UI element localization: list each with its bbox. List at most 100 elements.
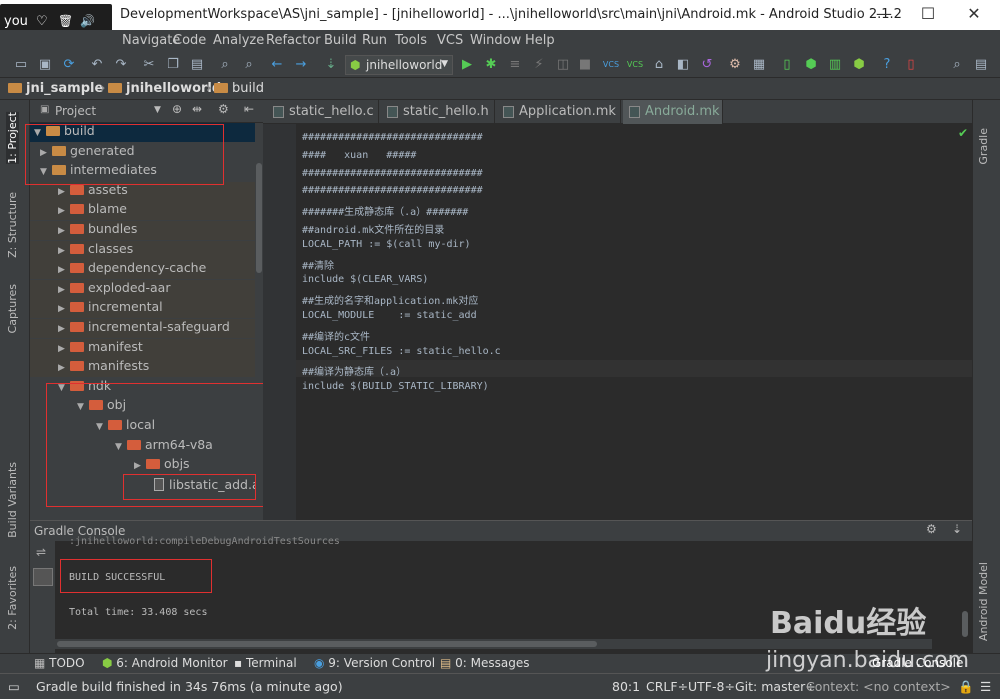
- tab-android-mk[interactable]: Android.mk: [623, 100, 723, 124]
- vcs-update-icon[interactable]: VCS: [602, 56, 620, 74]
- menu-tools[interactable]: Tools: [395, 33, 427, 48]
- android-device-icon[interactable]: ⬢: [802, 56, 820, 74]
- tab-structure[interactable]: Z: Structure: [6, 192, 19, 258]
- event-log-icon[interactable]: ☰: [980, 679, 991, 694]
- menu-navigate[interactable]: Navigate: [122, 33, 180, 48]
- menu-code[interactable]: Code: [173, 33, 206, 48]
- tab-static-hello-h[interactable]: static_hello.h: [381, 100, 495, 124]
- collapsed-arrow-icon[interactable]: ▶: [58, 206, 70, 216]
- wrap-icon[interactable]: ⇌: [36, 545, 46, 559]
- avd-manager-icon[interactable]: ▯: [778, 56, 796, 74]
- collapsed-arrow-icon[interactable]: ▶: [58, 304, 70, 314]
- speaker-icon[interactable]: 🔊: [80, 14, 95, 28]
- menu-analyze[interactable]: Analyze: [213, 33, 264, 48]
- menu-help[interactable]: Help: [525, 33, 555, 48]
- tab-favorites[interactable]: 2: Favorites: [6, 566, 19, 630]
- undo-icon[interactable]: ↶: [88, 56, 106, 74]
- project-structure-icon[interactable]: ⚙: [726, 56, 744, 74]
- trash-icon[interactable]: 🗑: [58, 14, 73, 28]
- tree-item[interactable]: ▶ manifest: [30, 338, 255, 358]
- project-view-select[interactable]: Project: [55, 104, 96, 118]
- vcs-commit-icon[interactable]: VCS: [626, 56, 644, 74]
- tab-android-model[interactable]: Android Model: [977, 562, 990, 641]
- compare-icon[interactable]: ◧: [674, 56, 692, 74]
- revert-icon[interactable]: ↺: [698, 56, 716, 74]
- stop-icon[interactable]: ■: [576, 56, 594, 74]
- find-icon[interactable]: ⌕: [216, 56, 234, 74]
- minimize-button[interactable]: —: [874, 4, 894, 24]
- tab-version-control[interactable]: ◉ 9: Version Control: [314, 656, 435, 670]
- redo-icon[interactable]: ↷: [112, 56, 130, 74]
- make-icon[interactable]: ⇣: [322, 56, 340, 74]
- copy-icon[interactable]: ❐: [164, 56, 182, 74]
- console-v-scrollbar[interactable]: [960, 541, 970, 639]
- collapse-icon[interactable]: ⇹: [192, 102, 202, 116]
- open-icon[interactable]: ▭: [12, 56, 30, 74]
- collapsed-arrow-icon[interactable]: ▶: [58, 226, 70, 236]
- breadcrumb-item[interactable]: jnihelloworld: [108, 81, 221, 96]
- help-icon[interactable]: ?: [878, 56, 896, 74]
- breadcrumb-item[interactable]: jni_sample: [8, 81, 103, 96]
- monitor-icon[interactable]: ▥: [826, 56, 844, 74]
- breadcrumb-item[interactable]: build: [214, 81, 264, 96]
- lock-icon[interactable]: 🔒: [958, 679, 974, 695]
- attach-icon[interactable]: ≡: [506, 56, 524, 74]
- save-icon[interactable]: ▣: [36, 56, 54, 74]
- tab-build-variants[interactable]: Build Variants: [6, 462, 19, 538]
- back-icon[interactable]: ←: [268, 56, 286, 74]
- replace-icon[interactable]: ⌕: [240, 56, 258, 74]
- collapsed-arrow-icon[interactable]: ▶: [58, 265, 70, 275]
- line-separator[interactable]: CRLF÷: [646, 679, 688, 694]
- apply-changes-icon[interactable]: ⚡: [530, 56, 548, 74]
- caret-position[interactable]: 80:1: [612, 679, 640, 694]
- context-indicator[interactable]: Context: <no context>: [806, 679, 951, 694]
- tab-messages[interactable]: ▤ 0: Messages: [440, 656, 530, 670]
- tab-android-monitor[interactable]: ⬢ 6: Android Monitor: [102, 656, 228, 670]
- menu-run[interactable]: Run: [362, 33, 387, 48]
- close-button[interactable]: ✕: [964, 4, 984, 24]
- menu-refactor[interactable]: Refactor: [266, 33, 321, 48]
- tree-item[interactable]: ▶ manifests: [30, 358, 255, 378]
- menu-build[interactable]: Build: [324, 33, 357, 48]
- debug-icon[interactable]: ✱: [482, 56, 500, 74]
- tab-gradle[interactable]: Gradle: [977, 128, 990, 165]
- code-editor[interactable]: ############################## #### xuan …: [296, 124, 972, 520]
- collapsed-arrow-icon[interactable]: ▶: [58, 246, 70, 256]
- tab-captures[interactable]: Captures: [6, 284, 19, 333]
- android-sdk-icon[interactable]: ⬢: [850, 56, 868, 74]
- sync-icon[interactable]: ⟳: [60, 56, 78, 74]
- search-everywhere-icon[interactable]: ⌕: [948, 56, 966, 74]
- collapsed-arrow-icon[interactable]: ▶: [58, 324, 70, 334]
- run-config-select[interactable]: ⬢ jnihelloworld ▼: [345, 55, 453, 75]
- paste-icon[interactable]: ▤: [188, 56, 206, 74]
- layout-icon[interactable]: ▤: [972, 56, 990, 74]
- tab-project[interactable]: 1: Project: [6, 112, 19, 164]
- tree-item[interactable]: ▶ bundles: [30, 221, 255, 240]
- tree-item[interactable]: ▶ blame: [30, 201, 255, 221]
- forward-icon[interactable]: →: [292, 56, 310, 74]
- collapsed-arrow-icon[interactable]: ▶: [58, 285, 70, 295]
- cut-icon[interactable]: ✂: [140, 56, 158, 74]
- tab-static-hello-c[interactable]: static_hello.c: [267, 100, 379, 124]
- run-icon[interactable]: ▶: [458, 56, 476, 74]
- tree-item[interactable]: ▶ dependency-cache: [30, 260, 255, 280]
- menu-vcs[interactable]: VCS: [437, 33, 463, 48]
- coverage-icon[interactable]: ◫: [554, 56, 572, 74]
- tab-terminal[interactable]: ▪ Terminal: [234, 656, 297, 670]
- hide-icon[interactable]: ⇤: [244, 102, 254, 116]
- collapsed-arrow-icon[interactable]: ▶: [58, 344, 70, 354]
- history-icon[interactable]: ⌂: [650, 56, 668, 74]
- tree-item[interactable]: ▶ exploded-aar: [30, 279, 255, 299]
- menu-window[interactable]: Window: [470, 33, 521, 48]
- tree-item[interactable]: ▶ incremental-safeguard: [30, 319, 255, 338]
- file-encoding[interactable]: UTF-8÷: [688, 679, 735, 694]
- git-branch[interactable]: Git: master÷: [735, 679, 816, 694]
- chevron-down-icon[interactable]: ▼: [154, 105, 161, 115]
- status-toggle-icon[interactable]: ▭: [8, 679, 20, 694]
- sdk-manager-icon[interactable]: ▦: [750, 56, 768, 74]
- collapsed-arrow-icon[interactable]: ▶: [58, 363, 70, 373]
- tree-item[interactable]: ▶ incremental: [30, 299, 255, 319]
- tab-todo[interactable]: ▦ TODO: [34, 656, 85, 670]
- sync-target-icon[interactable]: ⊕: [172, 102, 182, 116]
- maximize-button[interactable]: ☐: [918, 4, 938, 24]
